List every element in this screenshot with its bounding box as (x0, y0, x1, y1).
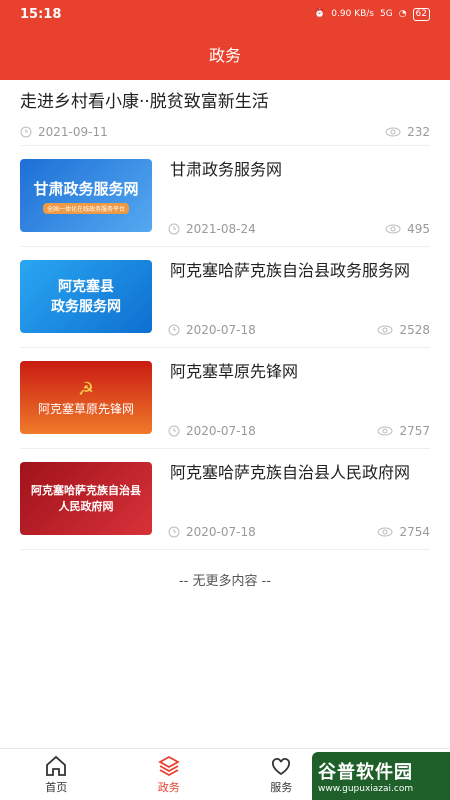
thumb-text: 阿克塞哈萨克族自治县 人民政府网 (31, 483, 141, 513)
item-views: 232 (407, 125, 430, 139)
item-title: 阿克塞哈萨克族自治县人民政府网 (170, 463, 411, 482)
watermark-text: 谷普软件园 (318, 762, 413, 783)
heart-icon (272, 757, 291, 775)
thumb-text: 甘肃政务服务网 (33, 179, 139, 198)
clock-icon (168, 425, 180, 437)
list-item-featured[interactable]: 走进乡村看小康··脱贫致富新生活 2021-09-11 232 (20, 80, 430, 146)
clock-icon (168, 526, 180, 538)
thumbnail-image: ☭ 阿克塞草原先锋网 (20, 361, 152, 434)
status-icons: ⏰ 0.90 KB/s 5G ◔ 62 (314, 7, 430, 21)
battery-icon: 62 (412, 7, 430, 21)
item-date: 2020-07-18 (186, 525, 256, 539)
tab-label: 政务 (157, 780, 180, 794)
wifi-icon: ◔ (398, 9, 407, 19)
item-meta: 2020-07-18 2528 (168, 323, 430, 337)
item-title: 阿克塞草原先锋网 (170, 362, 299, 381)
watermark-logo: 谷普软件园 www.gupuxiazai.com (312, 752, 450, 800)
item-meta: 2020-07-18 2754 (168, 525, 430, 539)
thumbnail-image: 甘肃政务服务网 全国一体化在线政务服务平台 (20, 159, 152, 232)
item-views: 2754 (399, 525, 430, 539)
thumbnail-image: 阿克塞县 政务服务网 (20, 260, 152, 333)
no-more-content: -- 无更多内容 -- (178, 574, 272, 589)
list-item[interactable]: 阿克塞县 政务服务网 阿克塞哈萨克族自治县政务服务网 2020-07-18 25… (20, 247, 430, 348)
item-date: 2021-09-11 (38, 125, 108, 139)
thumb-text: 阿克塞草原先锋网 (37, 401, 134, 416)
item-date: 2020-07-18 (186, 424, 256, 438)
item-title: 走进乡村看小康··脱贫致富新生活 (20, 92, 269, 112)
item-meta: 2020-07-18 2757 (168, 424, 430, 438)
eye-icon (385, 127, 401, 137)
item-title: 甘肃政务服务网 (170, 160, 283, 179)
signal-label: 5G (379, 9, 393, 19)
status-time: 15:18 (20, 6, 62, 22)
eye-icon (377, 527, 393, 537)
thumbnail-image: 阿克塞哈萨克族自治县 人民政府网 (20, 462, 152, 535)
eye-icon (385, 224, 401, 234)
clock-icon (20, 126, 32, 138)
page-title: 政务 (208, 46, 241, 65)
home-icon (46, 755, 67, 776)
header: 15:18 ⏰ 0.90 KB/s 5G ◔ 62 政务 (0, 0, 450, 80)
tab-label: 首页 (45, 780, 68, 794)
net-speed: 0.90 KB/s (331, 9, 374, 19)
app-root: 15:18 ⏰ 0.90 KB/s 5G ◔ 62 政务 走进乡村看小康··脱贫… (0, 0, 450, 800)
list-item[interactable]: 甘肃政务服务网 全国一体化在线政务服务平台 甘肃政务服务网 2021-08-24… (20, 146, 430, 247)
party-emblem-icon: ☭ (77, 378, 95, 400)
watermark-url: www.gupuxiazai.com (318, 784, 414, 794)
item-views: 2757 (399, 424, 430, 438)
thumb-text: 阿克塞县 政务服务网 (51, 278, 121, 315)
item-views: 2528 (399, 323, 430, 337)
status-bar: 15:18 ⏰ 0.90 KB/s 5G ◔ 62 (0, 0, 450, 28)
item-views: 495 (407, 222, 430, 236)
government-icon (157, 755, 180, 776)
tab-home[interactable]: 首页 (0, 749, 113, 800)
item-date: 2020-07-18 (186, 323, 256, 337)
clock-icon (168, 223, 180, 235)
list-item[interactable]: ☭ 阿克塞草原先锋网 阿克塞草原先锋网 2020-07-18 2757 (20, 348, 430, 449)
clock-icon (168, 324, 180, 336)
item-title: 阿克塞哈萨克族自治县政务服务网 (170, 261, 411, 280)
item-meta: 2021-08-24 495 (168, 222, 430, 236)
eye-icon (377, 426, 393, 436)
alarm-icon: ⏰ (314, 9, 326, 19)
tab-label: 服务 (270, 780, 293, 794)
news-list: 走进乡村看小康··脱贫致富新生活 2021-09-11 232 甘肃政务服务网 … (0, 80, 450, 550)
item-meta: 2021-09-11 232 (20, 125, 430, 139)
eye-icon (377, 325, 393, 335)
list-item[interactable]: 阿克塞哈萨克族自治县 人民政府网 阿克塞哈萨克族自治县人民政府网 2020-07… (20, 449, 430, 550)
tab-government[interactable]: 政务 (113, 749, 226, 800)
thumb-subtext: 全国一体化在线政务服务平台 (42, 202, 129, 214)
item-date: 2021-08-24 (186, 222, 256, 236)
